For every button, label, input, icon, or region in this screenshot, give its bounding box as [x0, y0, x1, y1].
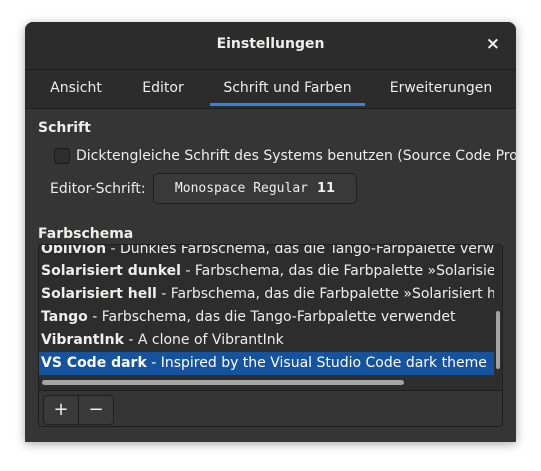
tab-bar: Ansicht Editor Schrift und Farben Erweit… — [25, 70, 516, 109]
preferences-dialog: Einstellungen × Ansicht Editor Schrift u… — [25, 22, 516, 442]
tab-editor[interactable]: Editor — [133, 70, 193, 106]
editor-font-size: 11 — [316, 181, 336, 196]
scheme-name: Oblivion — [41, 245, 107, 257]
scheme-item-solarized-light[interactable]: Solarisiert hell - Farbschema, das die F… — [39, 283, 494, 306]
vertical-scrollbar[interactable] — [496, 311, 500, 369]
scheme-item-vs-code-dark[interactable]: VS Code dark - Inspired by the Visual St… — [39, 352, 494, 375]
color-scheme-frame: Oblivion - Dunkles Farbschema, das die T… — [38, 244, 503, 427]
scheme-description: - Dunkles Farbschema, das die Tango-Farb… — [106, 245, 494, 257]
scheme-name: Solarisiert hell — [41, 286, 157, 302]
scheme-description: - Farbschema, das die Tango-Farbpalette … — [87, 309, 456, 325]
font-section-heading: Schrift — [38, 120, 91, 136]
scheme-item-oblivion[interactable]: Oblivion - Dunkles Farbschema, das die T… — [39, 245, 494, 261]
scheme-button-group: + − — [43, 395, 114, 425]
editor-font-button[interactable]: Monospace Regular 11 — [153, 173, 357, 204]
tab-ansicht[interactable]: Ansicht — [37, 70, 115, 106]
use-system-font-row[interactable]: Dicktengleiche Schrift des Systems benut… — [54, 146, 516, 166]
dialog-title: Einstellungen — [216, 36, 325, 52]
add-scheme-button[interactable]: + — [44, 396, 78, 424]
horizontal-scrollbar[interactable] — [42, 380, 404, 385]
scheme-name: VS Code dark — [41, 355, 147, 371]
scheme-toolbar: + − — [39, 390, 502, 426]
scheme-name: Tango — [41, 309, 88, 325]
scheme-description: - A clone of VibrantInk — [123, 332, 284, 348]
titlebar: Einstellungen × — [25, 22, 516, 70]
remove-scheme-button[interactable]: − — [78, 396, 113, 424]
scheme-description: - Farbschema, das die Farbpalette »Solar… — [161, 286, 494, 302]
editor-font-name: Monospace Regular — [174, 181, 308, 196]
tab-erweiterungen[interactable]: Erweiterungen — [383, 70, 499, 106]
color-scheme-heading: Farbschema — [38, 226, 134, 242]
tab-schrift-und-farben[interactable]: Schrift und Farben — [210, 70, 365, 106]
editor-font-label: Editor-Schrift: — [50, 181, 146, 197]
scheme-item-vibrantink[interactable]: VibrantInk - A clone of VibrantInk — [39, 329, 494, 352]
color-scheme-list[interactable]: Oblivion - Dunkles Farbschema, das die T… — [39, 245, 502, 390]
use-system-font-checkbox[interactable] — [54, 148, 70, 164]
scheme-item-tango[interactable]: Tango - Farbschema, das die Tango-Farbpa… — [39, 306, 494, 329]
use-system-font-label: Dicktengleiche Schrift des Systems benut… — [76, 148, 516, 164]
scheme-item-solarized-dark[interactable]: Solarisiert dunkel - Farbschema, das die… — [39, 260, 494, 283]
close-icon[interactable]: × — [486, 34, 500, 54]
scheme-name: VibrantInk — [41, 332, 124, 348]
scheme-description: - Inspired by the Visual Studio Code dar… — [146, 355, 487, 371]
scheme-name: Solarisiert dunkel — [41, 263, 181, 279]
scheme-description: - Farbschema, das die Farbpalette »Solar… — [185, 263, 494, 279]
